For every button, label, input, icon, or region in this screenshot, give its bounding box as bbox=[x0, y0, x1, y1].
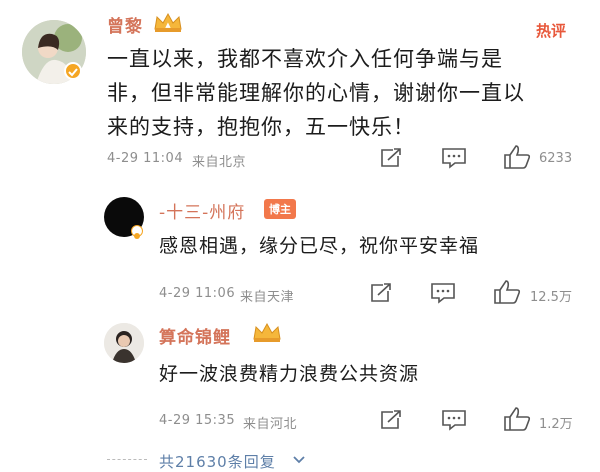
verified-icon bbox=[64, 62, 82, 80]
share-icon[interactable] bbox=[379, 147, 403, 169]
crown-icon bbox=[251, 321, 283, 343]
comment-icon[interactable] bbox=[441, 147, 467, 169]
chevron-down-icon[interactable] bbox=[292, 455, 306, 465]
reply-2-text: 好一波浪费精力浪费公共资源 bbox=[159, 363, 420, 385]
reply-2-like-count: 1.2万 bbox=[539, 417, 573, 432]
crown-icon: ▲ bbox=[152, 11, 184, 33]
reply-2-location: 来自河北 bbox=[243, 417, 298, 432]
host-badge: 博主 bbox=[264, 199, 296, 219]
verified-icon bbox=[131, 225, 143, 239]
post-text-line-2: 非，但非常能理解你的心情，谢谢你一直以 bbox=[107, 81, 525, 105]
like-icon[interactable] bbox=[503, 406, 531, 432]
reply-2-author-name[interactable]: 算命锦鲤 bbox=[159, 323, 231, 348]
footer-dashes bbox=[107, 459, 147, 460]
reply-1-author-name[interactable]: -十三-州府 bbox=[159, 198, 245, 223]
post-text-line-1: 一直以来，我都不喜欢介入任何争端与是 bbox=[107, 47, 503, 71]
hot-comment-badge: 热评 bbox=[536, 22, 567, 40]
post-like-count: 6233 bbox=[539, 151, 573, 166]
comment-icon[interactable] bbox=[441, 409, 467, 431]
svg-text:▲: ▲ bbox=[165, 21, 171, 29]
avatar-image bbox=[104, 323, 144, 363]
more-replies-link[interactable]: 共21630条回复 bbox=[159, 451, 276, 472]
post-author-name[interactable]: 曾黎 bbox=[107, 12, 143, 37]
share-icon[interactable] bbox=[379, 409, 403, 431]
post-text-line-3: 来的支持，抱抱你，五一快乐！ bbox=[107, 115, 415, 139]
avatar-reply-2[interactable] bbox=[104, 323, 144, 363]
reply-1-location: 来自天津 bbox=[240, 290, 295, 305]
like-icon[interactable] bbox=[503, 144, 531, 170]
post-location: 来自北京 bbox=[192, 155, 247, 170]
like-icon[interactable] bbox=[493, 279, 521, 305]
reply-1-text: 感恩相遇，缘分已尽，祝你平安幸福 bbox=[159, 235, 480, 257]
reply-2-timestamp: 4-29 15:35 bbox=[159, 413, 236, 428]
reply-1-like-count: 12.5万 bbox=[530, 290, 572, 305]
share-icon[interactable] bbox=[369, 282, 393, 304]
post-timestamp: 4-29 11:04 bbox=[107, 151, 184, 166]
reply-1-timestamp: 4-29 11:06 bbox=[159, 286, 236, 301]
comment-icon[interactable] bbox=[430, 282, 456, 304]
